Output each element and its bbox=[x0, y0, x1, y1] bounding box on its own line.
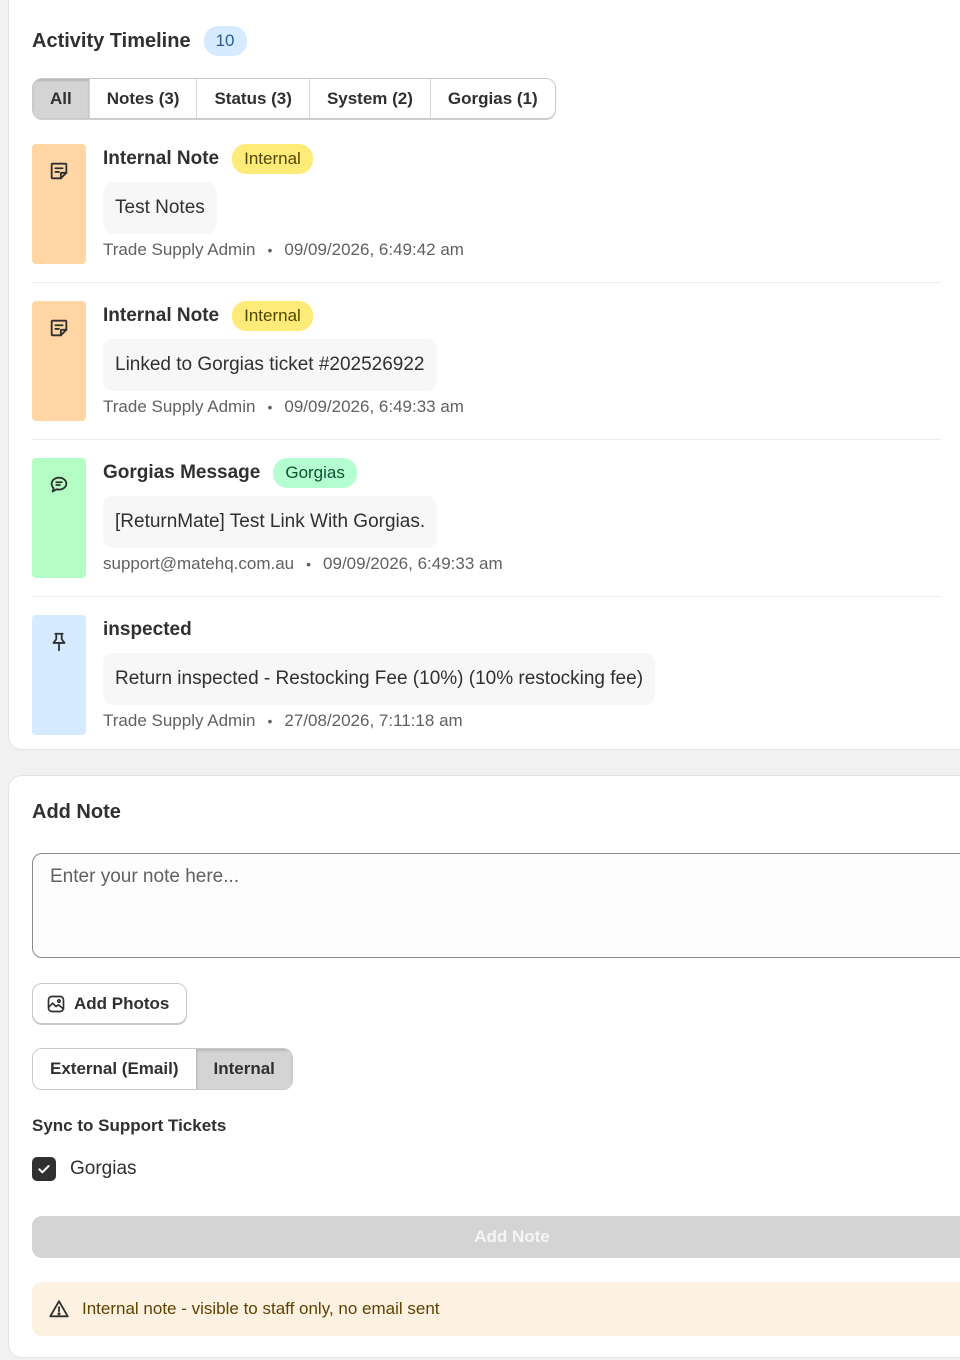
add-note-submit-button[interactable]: Add Note bbox=[32, 1216, 960, 1258]
entry-author: Trade Supply Admin bbox=[103, 240, 256, 259]
entry-color-bar bbox=[32, 301, 86, 421]
activity-timeline-card: Activity Timeline 10 All Notes (3) Statu… bbox=[8, 0, 960, 750]
note-icon bbox=[50, 162, 68, 180]
entry-timestamp: 27/08/2026, 7:11:18 am bbox=[284, 711, 463, 730]
filter-tab-status[interactable]: Status (3) bbox=[197, 79, 310, 118]
entry-timestamp: 09/09/2026, 6:49:42 am bbox=[284, 240, 464, 259]
add-photos-button[interactable]: Add Photos bbox=[32, 983, 188, 1024]
filter-tab-gorgias[interactable]: Gorgias (1) bbox=[430, 79, 555, 118]
timeline-title: Activity Timeline bbox=[32, 29, 191, 52]
entry-text: Return inspected - Restocking Fee (10%) … bbox=[103, 653, 656, 705]
entry-text: Test Notes bbox=[103, 182, 217, 234]
internal-tag: Internal bbox=[232, 301, 313, 331]
entry-timestamp: 09/09/2026, 6:49:33 am bbox=[323, 554, 503, 573]
entry-author: support@matehq.com.au bbox=[103, 554, 295, 573]
note-mode-toggle: External (Email) Internal bbox=[32, 1048, 293, 1090]
internal-tag: Internal bbox=[232, 144, 313, 174]
gorgias-tag: Gorgias bbox=[273, 458, 357, 488]
entry-author: Trade Supply Admin bbox=[103, 397, 256, 416]
pin-icon bbox=[52, 632, 66, 652]
sync-support-tickets-label: Sync to Support Tickets bbox=[32, 1116, 227, 1135]
filter-tab-all[interactable]: All bbox=[33, 79, 90, 118]
entry-author: Trade Supply Admin bbox=[103, 711, 256, 730]
entry-title: Gorgias Message bbox=[103, 462, 261, 483]
entry-color-bar bbox=[32, 458, 86, 578]
gorgias-checkbox[interactable] bbox=[32, 1157, 56, 1181]
chat-icon bbox=[50, 476, 68, 493]
meta-separator: • bbox=[267, 399, 273, 415]
meta-separator: • bbox=[306, 556, 312, 572]
internal-note-notice: Internal note - visible to staff only, n… bbox=[32, 1282, 960, 1336]
entry-color-bar bbox=[32, 144, 86, 264]
image-icon bbox=[47, 995, 65, 1012]
filter-tab-notes[interactable]: Notes (3) bbox=[89, 79, 198, 118]
notice-text: Internal note - visible to staff only, n… bbox=[82, 1299, 440, 1318]
sync-gorgias-row: Gorgias bbox=[32, 1157, 137, 1181]
add-note-title: Add Note bbox=[32, 801, 121, 823]
meta-separator: • bbox=[267, 713, 273, 729]
entry-divider bbox=[32, 439, 941, 440]
add-note-card: Add Note Add Photos External (Email) Int… bbox=[8, 775, 960, 1358]
timeline-filter-tabs: All Notes (3) Status (3) System (2) Gorg… bbox=[32, 78, 556, 119]
entry-text: Linked to Gorgias ticket #202526922 bbox=[103, 339, 437, 391]
add-photos-label: Add Photos bbox=[74, 993, 170, 1013]
entry-title: inspected bbox=[103, 619, 192, 640]
entry-text: [ReturnMate] Test Link With Gorgias. bbox=[103, 496, 438, 548]
mode-internal[interactable]: Internal bbox=[195, 1049, 292, 1089]
warning-icon bbox=[49, 1300, 69, 1318]
gorgias-checkbox-label[interactable]: Gorgias bbox=[70, 1158, 137, 1180]
filter-tab-system[interactable]: System (2) bbox=[309, 79, 431, 118]
note-icon bbox=[50, 319, 68, 337]
entry-title: Internal Note bbox=[103, 148, 220, 169]
meta-separator: • bbox=[267, 242, 273, 258]
timeline-header: Activity Timeline 10 bbox=[32, 26, 247, 56]
entry-divider bbox=[32, 596, 941, 597]
entry-timestamp: 09/09/2026, 6:49:33 am bbox=[284, 397, 464, 416]
entry-color-bar bbox=[32, 615, 86, 735]
checkmark-icon bbox=[38, 1165, 50, 1174]
timeline-count-badge: 10 bbox=[203, 26, 247, 56]
note-input[interactable] bbox=[32, 853, 960, 958]
entry-title: Internal Note bbox=[103, 305, 220, 326]
mode-external-email[interactable]: External (Email) bbox=[33, 1049, 196, 1089]
entry-divider bbox=[32, 282, 941, 283]
